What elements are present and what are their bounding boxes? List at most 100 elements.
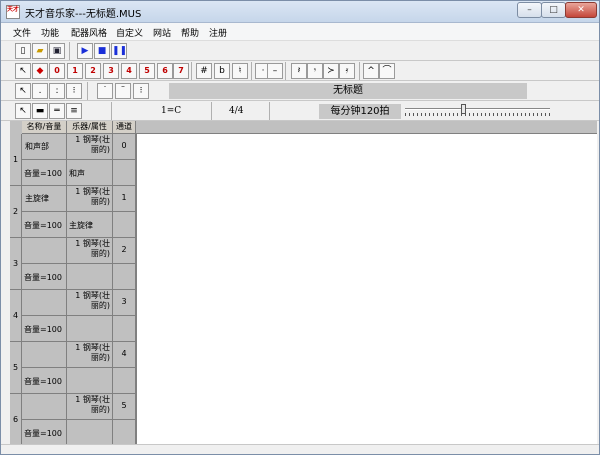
eraser-icon[interactable]: ◆ bbox=[32, 63, 48, 79]
tempo-slider-thumb[interactable] bbox=[461, 104, 466, 114]
track-empty-cell bbox=[113, 420, 136, 446]
rest-sixteenth-icon[interactable]: 𝄿 bbox=[339, 63, 355, 79]
octave-high3-button[interactable]: ⁝ bbox=[133, 83, 149, 99]
track-name-cell[interactable] bbox=[22, 342, 67, 368]
new-file-icon[interactable]: ▯ bbox=[15, 43, 31, 59]
track-instrument-cell[interactable]: 1 钢琴(壮丽的) bbox=[67, 394, 113, 420]
octave-low2-button[interactable]: : bbox=[49, 83, 65, 99]
tempo-toolbar: ↖ ▬ ═ ≡ 1=C 4/4 每分钟120拍 bbox=[1, 101, 599, 121]
track-instrument-cell[interactable]: 1 钢琴(壮丽的) bbox=[67, 186, 113, 212]
track-number: 2 bbox=[10, 186, 22, 238]
stop-icon[interactable]: ■ bbox=[94, 43, 110, 59]
track-name-cell[interactable] bbox=[22, 394, 67, 420]
track-volume-cell[interactable]: 音量=100 bbox=[22, 212, 67, 238]
track-attr-cell[interactable] bbox=[67, 316, 113, 342]
track-channel-cell[interactable]: 0 bbox=[113, 134, 136, 160]
menu-file[interactable]: 文件 bbox=[13, 26, 31, 39]
time-signature-label[interactable]: 4/4 bbox=[229, 106, 243, 116]
note-4-button[interactable]: 4 bbox=[121, 63, 137, 79]
sharp-button[interactable]: # bbox=[196, 63, 212, 79]
dynamics-decrescendo-icon[interactable]: ≻ bbox=[323, 63, 339, 79]
score-area[interactable] bbox=[136, 134, 597, 444]
track-volume-cell[interactable]: 音量=100 bbox=[22, 264, 67, 290]
note-1-button[interactable]: 1 bbox=[67, 63, 83, 79]
key-signature-label[interactable]: 1=C bbox=[161, 106, 181, 116]
play-icon[interactable]: ▶ bbox=[77, 43, 93, 59]
track-number: 1 bbox=[10, 134, 22, 186]
note-6-button[interactable]: 6 bbox=[157, 63, 173, 79]
track-channel-cell[interactable]: 1 bbox=[113, 186, 136, 212]
header-name-volume: 名称/音量 bbox=[22, 121, 67, 134]
close-button[interactable]: ✕ bbox=[565, 2, 597, 18]
score-title-field[interactable]: 无标题 bbox=[169, 83, 527, 99]
track-attr-cell[interactable]: 和声 bbox=[67, 160, 113, 186]
maximize-button[interactable]: □ bbox=[541, 2, 566, 18]
track-channel-cell[interactable]: 5 bbox=[113, 394, 136, 420]
open-folder-icon[interactable]: ▰ bbox=[32, 43, 48, 59]
menu-register[interactable]: 注册 bbox=[209, 26, 227, 39]
note-7-button[interactable]: 7 bbox=[173, 63, 189, 79]
menu-help[interactable]: 帮助 bbox=[181, 26, 199, 39]
track-attr-cell[interactable] bbox=[67, 420, 113, 446]
tempo-slider-ticks bbox=[405, 113, 550, 116]
menu-orchestration[interactable]: 配器风格 bbox=[71, 26, 107, 39]
note-0-button[interactable]: 0 bbox=[49, 63, 65, 79]
track-name-cell[interactable]: 和声部 bbox=[22, 134, 67, 160]
accent-icon[interactable]: ^ bbox=[363, 63, 379, 79]
track-volume-cell[interactable]: 音量=100 bbox=[22, 316, 67, 342]
octave-low3-button[interactable]: ⁝ bbox=[66, 83, 82, 99]
line-single-icon[interactable]: ▬ bbox=[32, 103, 48, 119]
track-attr-cell[interactable]: 主旋律 bbox=[67, 212, 113, 238]
track-volume-cell[interactable]: 音量=100 bbox=[22, 420, 67, 446]
rest-eighth-icon[interactable]: 𝄾 bbox=[307, 63, 323, 79]
track-channel-cell[interactable]: 2 bbox=[113, 238, 136, 264]
natural-button[interactable]: ♮ bbox=[232, 63, 248, 79]
track-name-cell[interactable] bbox=[22, 238, 67, 264]
octave-low1-button[interactable]: . bbox=[32, 83, 48, 99]
note-5-button[interactable]: 5 bbox=[139, 63, 155, 79]
track-volume-cell[interactable]: 音量=100 bbox=[22, 160, 67, 186]
track-empty-cell bbox=[113, 160, 136, 186]
app-window: 天才 天才音乐家---无标题.MUS – □ ✕ 文件 功能 配器风格 自定义 … bbox=[0, 0, 600, 455]
track-channel-cell[interactable]: 4 bbox=[113, 342, 136, 368]
octave-high2-button[interactable]: ¨ bbox=[115, 83, 131, 99]
track-name-cell[interactable] bbox=[22, 290, 67, 316]
tempo-slider-track[interactable] bbox=[405, 108, 550, 110]
track-number: 3 bbox=[10, 238, 22, 290]
pause-icon[interactable]: ❚❚ bbox=[111, 43, 127, 59]
note-3-button[interactable]: 3 bbox=[103, 63, 119, 79]
menu-function[interactable]: 功能 bbox=[41, 26, 59, 39]
header-instrument-attr: 乐器/属性 bbox=[67, 121, 113, 134]
dash-button[interactable]: – bbox=[267, 63, 283, 79]
track-instrument-cell[interactable]: 1 钢琴(壮丽的) bbox=[67, 134, 113, 160]
line-triple-icon[interactable]: ≡ bbox=[66, 103, 82, 119]
select-pointer-icon[interactable]: ↖ bbox=[15, 83, 31, 99]
line-double-icon[interactable]: ═ bbox=[49, 103, 65, 119]
track-instrument-cell[interactable]: 1 钢琴(壮丽的) bbox=[67, 342, 113, 368]
select-pointer-icon[interactable]: ↖ bbox=[15, 103, 31, 119]
save-disk-icon[interactable]: ▣ bbox=[49, 43, 65, 59]
octave-high1-button[interactable]: ˙ bbox=[97, 83, 113, 99]
select-pointer-icon[interactable]: ↖ bbox=[15, 63, 31, 79]
minimize-button[interactable]: – bbox=[517, 2, 542, 18]
track-volume-cell[interactable]: 音量=100 bbox=[22, 368, 67, 394]
track-attr-cell[interactable] bbox=[67, 264, 113, 290]
track-empty-cell bbox=[113, 368, 136, 394]
track-instrument-cell[interactable]: 1 钢琴(壮丽的) bbox=[67, 238, 113, 264]
track-channel-cell[interactable]: 3 bbox=[113, 290, 136, 316]
rest-quarter-icon[interactable]: 𝄽 bbox=[291, 63, 307, 79]
track-attr-cell[interactable] bbox=[67, 368, 113, 394]
flat-button[interactable]: b bbox=[214, 63, 230, 79]
track-number: 4 bbox=[10, 290, 22, 342]
status-bar bbox=[1, 444, 599, 454]
track-instrument-cell[interactable]: 1 钢琴(壮丽的) bbox=[67, 290, 113, 316]
octave-toolbar: ↖ . : ⁝ ˙ ¨ ⁝ 无标题 bbox=[1, 81, 599, 101]
app-logo-icon: 天才 bbox=[6, 5, 20, 19]
track-number: 5 bbox=[10, 342, 22, 394]
score-header bbox=[136, 121, 597, 134]
menu-website[interactable]: 网站 bbox=[153, 26, 171, 39]
slur-icon[interactable]: ⌒ bbox=[379, 63, 395, 79]
menu-custom[interactable]: 自定义 bbox=[116, 26, 143, 39]
note-2-button[interactable]: 2 bbox=[85, 63, 101, 79]
track-name-cell[interactable]: 主旋律 bbox=[22, 186, 67, 212]
